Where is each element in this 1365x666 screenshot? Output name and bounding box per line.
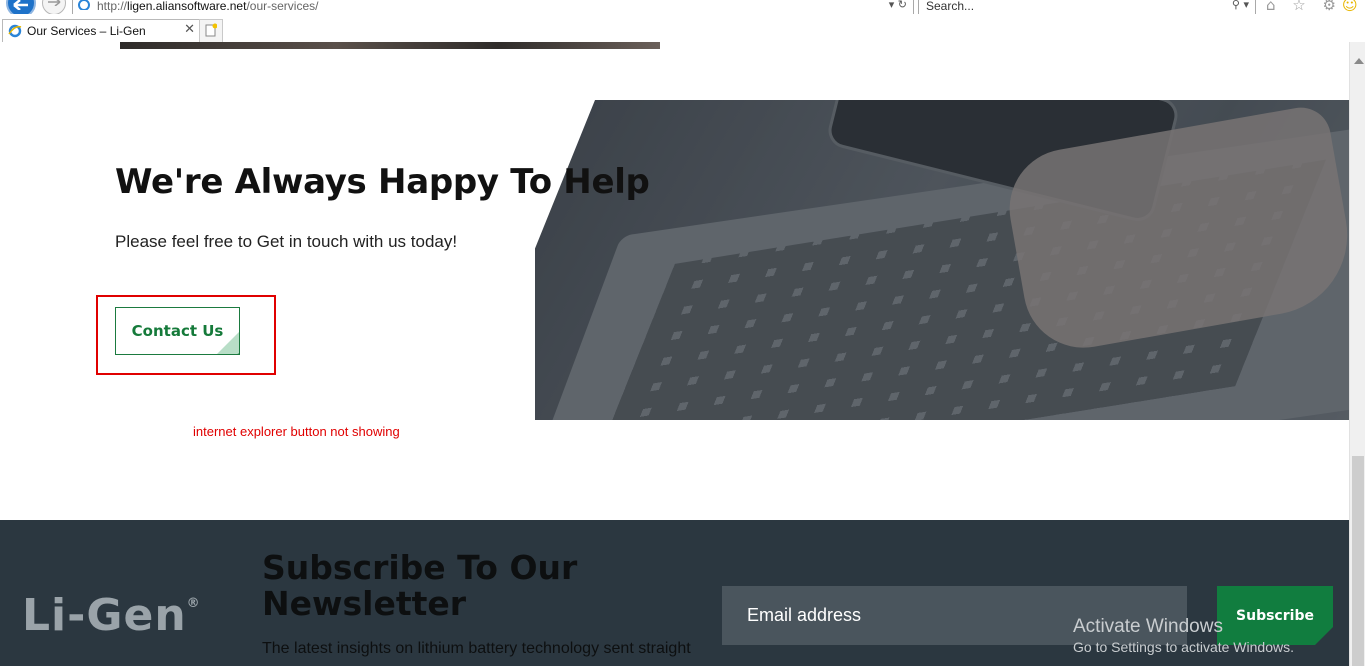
address-bar[interactable]: http://ligen.aliansoftware.net/our-servi…: [72, 0, 914, 14]
new-tab-icon: [205, 23, 217, 37]
page-viewport: We're Always Happy To Help Please feel f…: [0, 42, 1349, 666]
toolbar-icons[interactable]: ⌂ ☆ ⚙☺: [1266, 0, 1364, 14]
feedback-smile-icon[interactable]: ☺: [1342, 0, 1364, 14]
logo-text: Li-Gen: [22, 590, 187, 641]
section-heading: We're Always Happy To Help: [115, 162, 650, 202]
back-arrow-icon: [13, 0, 28, 10]
browser-toolbar: http://ligen.aliansoftware.net/our-servi…: [0, 0, 1365, 14]
search-box[interactable]: Search... ⚲ ▾: [918, 0, 1256, 14]
scroll-thumb[interactable]: [1352, 456, 1364, 666]
forward-button[interactable]: [42, 0, 66, 14]
image-overlay: [535, 100, 1349, 420]
registered-mark: ®: [186, 596, 201, 611]
previous-section-image: [120, 42, 660, 49]
tab-title: Our Services – Li-Gen: [27, 24, 146, 38]
forward-arrow-icon: [48, 0, 61, 6]
section-subtitle: Please feel free to Get in touch with us…: [115, 232, 458, 251]
search-placeholder: Search...: [926, 0, 975, 13]
close-tab-icon[interactable]: ✕: [184, 22, 195, 37]
back-button[interactable]: [6, 0, 36, 14]
search-icon[interactable]: ⚲ ▾: [1232, 0, 1249, 11]
windows-activation-watermark: Activate Windows Go to Settings to activ…: [1073, 616, 1294, 655]
refresh-dropdown-icon[interactable]: ▾ ↻: [889, 0, 907, 11]
folded-corner-decoration: [217, 332, 239, 354]
home-star-gear-icons[interactable]: ⌂ ☆ ⚙: [1266, 0, 1342, 14]
vertical-scrollbar[interactable]: [1349, 42, 1365, 666]
watermark-line-1: Activate Windows: [1073, 616, 1223, 637]
ie-logo-icon: [8, 24, 22, 38]
new-tab-button[interactable]: [199, 19, 223, 43]
ie-page-icon: [78, 0, 90, 10]
newsletter-title: Subscribe To Our Newsletter: [262, 548, 578, 623]
contact-us-button[interactable]: Contact Us: [115, 307, 240, 355]
scroll-up-icon[interactable]: [1354, 58, 1364, 64]
tab-our-services[interactable]: Our Services – Li-Gen ✕: [2, 19, 200, 43]
address-url: http://ligen.aliansoftware.net/our-servi…: [97, 0, 319, 13]
li-gen-logo[interactable]: Li-Gen®: [22, 590, 201, 641]
watermark-line-2: Go to Settings to activate Windows.: [1073, 639, 1294, 655]
annotation-note: internet explorer button not showing: [193, 424, 400, 439]
tab-bar: Our Services – Li-Gen ✕: [0, 14, 1365, 43]
laptop-hands-image: [535, 100, 1349, 420]
newsletter-description: The latest insights on lithium battery t…: [262, 640, 691, 657]
subscribe-corner-decoration: [1315, 627, 1333, 645]
